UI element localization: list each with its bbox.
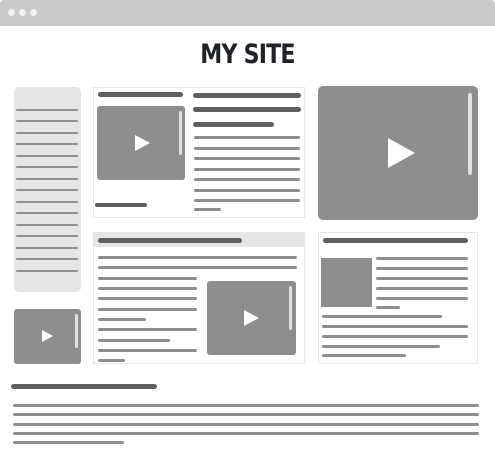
card-video[interactable] [207,281,296,355]
sidebar-item[interactable] [16,201,78,203]
footer-text-line [13,441,124,444]
text-line [98,297,197,300]
play-icon[interactable] [388,138,415,168]
footer-text-line [13,423,479,426]
text-line [194,157,300,160]
window-dot[interactable] [8,9,15,16]
text-line [98,287,197,290]
card-heading-placeholder [98,92,183,97]
article-card [93,232,305,364]
play-icon[interactable] [42,330,53,342]
browser-titlebar [0,0,495,26]
sidebar-item[interactable] [16,235,78,237]
text-line [376,287,468,290]
video-scrollbar[interactable] [289,286,292,330]
text-line [376,306,400,309]
footer-heading-placeholder [11,384,157,389]
sidebar-item[interactable] [16,189,78,191]
text-line [322,345,440,348]
text-line [98,339,170,342]
card-heading-placeholder [323,238,468,243]
text-line [194,168,300,171]
site-title: MY SITE [200,39,295,70]
text-line [194,136,300,139]
window-dot[interactable] [19,9,26,16]
footer-text-line [13,432,479,435]
thumbnail-image[interactable] [321,258,372,307]
footer-text-line [13,413,479,416]
text-line [98,359,125,362]
text-line [194,208,221,211]
text-line [194,189,300,192]
video-scrollbar[interactable] [179,111,182,155]
sidebar-item[interactable] [16,166,78,168]
sidebar-item[interactable] [16,143,78,145]
text-line [376,257,468,260]
article-card [318,232,478,364]
video-scrollbar[interactable] [468,93,472,175]
card-title-placeholder [193,93,301,98]
featured-video[interactable] [318,86,478,220]
text-line [194,199,300,202]
sidebar [14,87,81,292]
sidebar-item[interactable] [16,132,78,134]
text-line [376,277,468,280]
text-line [98,328,197,331]
text-line [322,335,468,338]
play-icon[interactable] [135,135,150,151]
sidebar-item[interactable] [16,247,78,249]
card-title-placeholder [193,107,301,112]
sidebar-item[interactable] [16,120,78,122]
card-heading-placeholder [98,238,242,243]
text-line [98,349,197,352]
card-header [94,233,304,247]
window-dot[interactable] [30,9,37,16]
text-line [376,297,468,300]
text-line [376,267,468,270]
card-title-placeholder [193,122,274,127]
sidebar-item[interactable] [16,155,78,157]
sidebar-item[interactable] [16,270,78,272]
card-video[interactable] [97,106,185,180]
play-icon[interactable] [244,310,259,326]
text-line [194,147,300,150]
sidebar-item[interactable] [16,178,78,180]
text-line [98,266,297,269]
text-line [98,277,197,280]
text-line [322,354,406,357]
card-link-placeholder[interactable] [95,203,147,207]
text-line [98,318,146,321]
sidebar-item[interactable] [16,258,78,260]
text-line [322,325,468,328]
text-line [98,308,197,311]
text-line [194,178,300,181]
sidebar-item[interactable] [16,224,78,226]
sidebar-item[interactable] [16,212,78,214]
text-line [322,315,442,318]
text-line [98,256,297,259]
sidebar-item[interactable] [16,109,78,111]
article-card [93,87,305,218]
video-scrollbar[interactable] [75,314,78,348]
sidebar-video[interactable] [14,309,81,364]
footer-text-line [13,404,479,407]
